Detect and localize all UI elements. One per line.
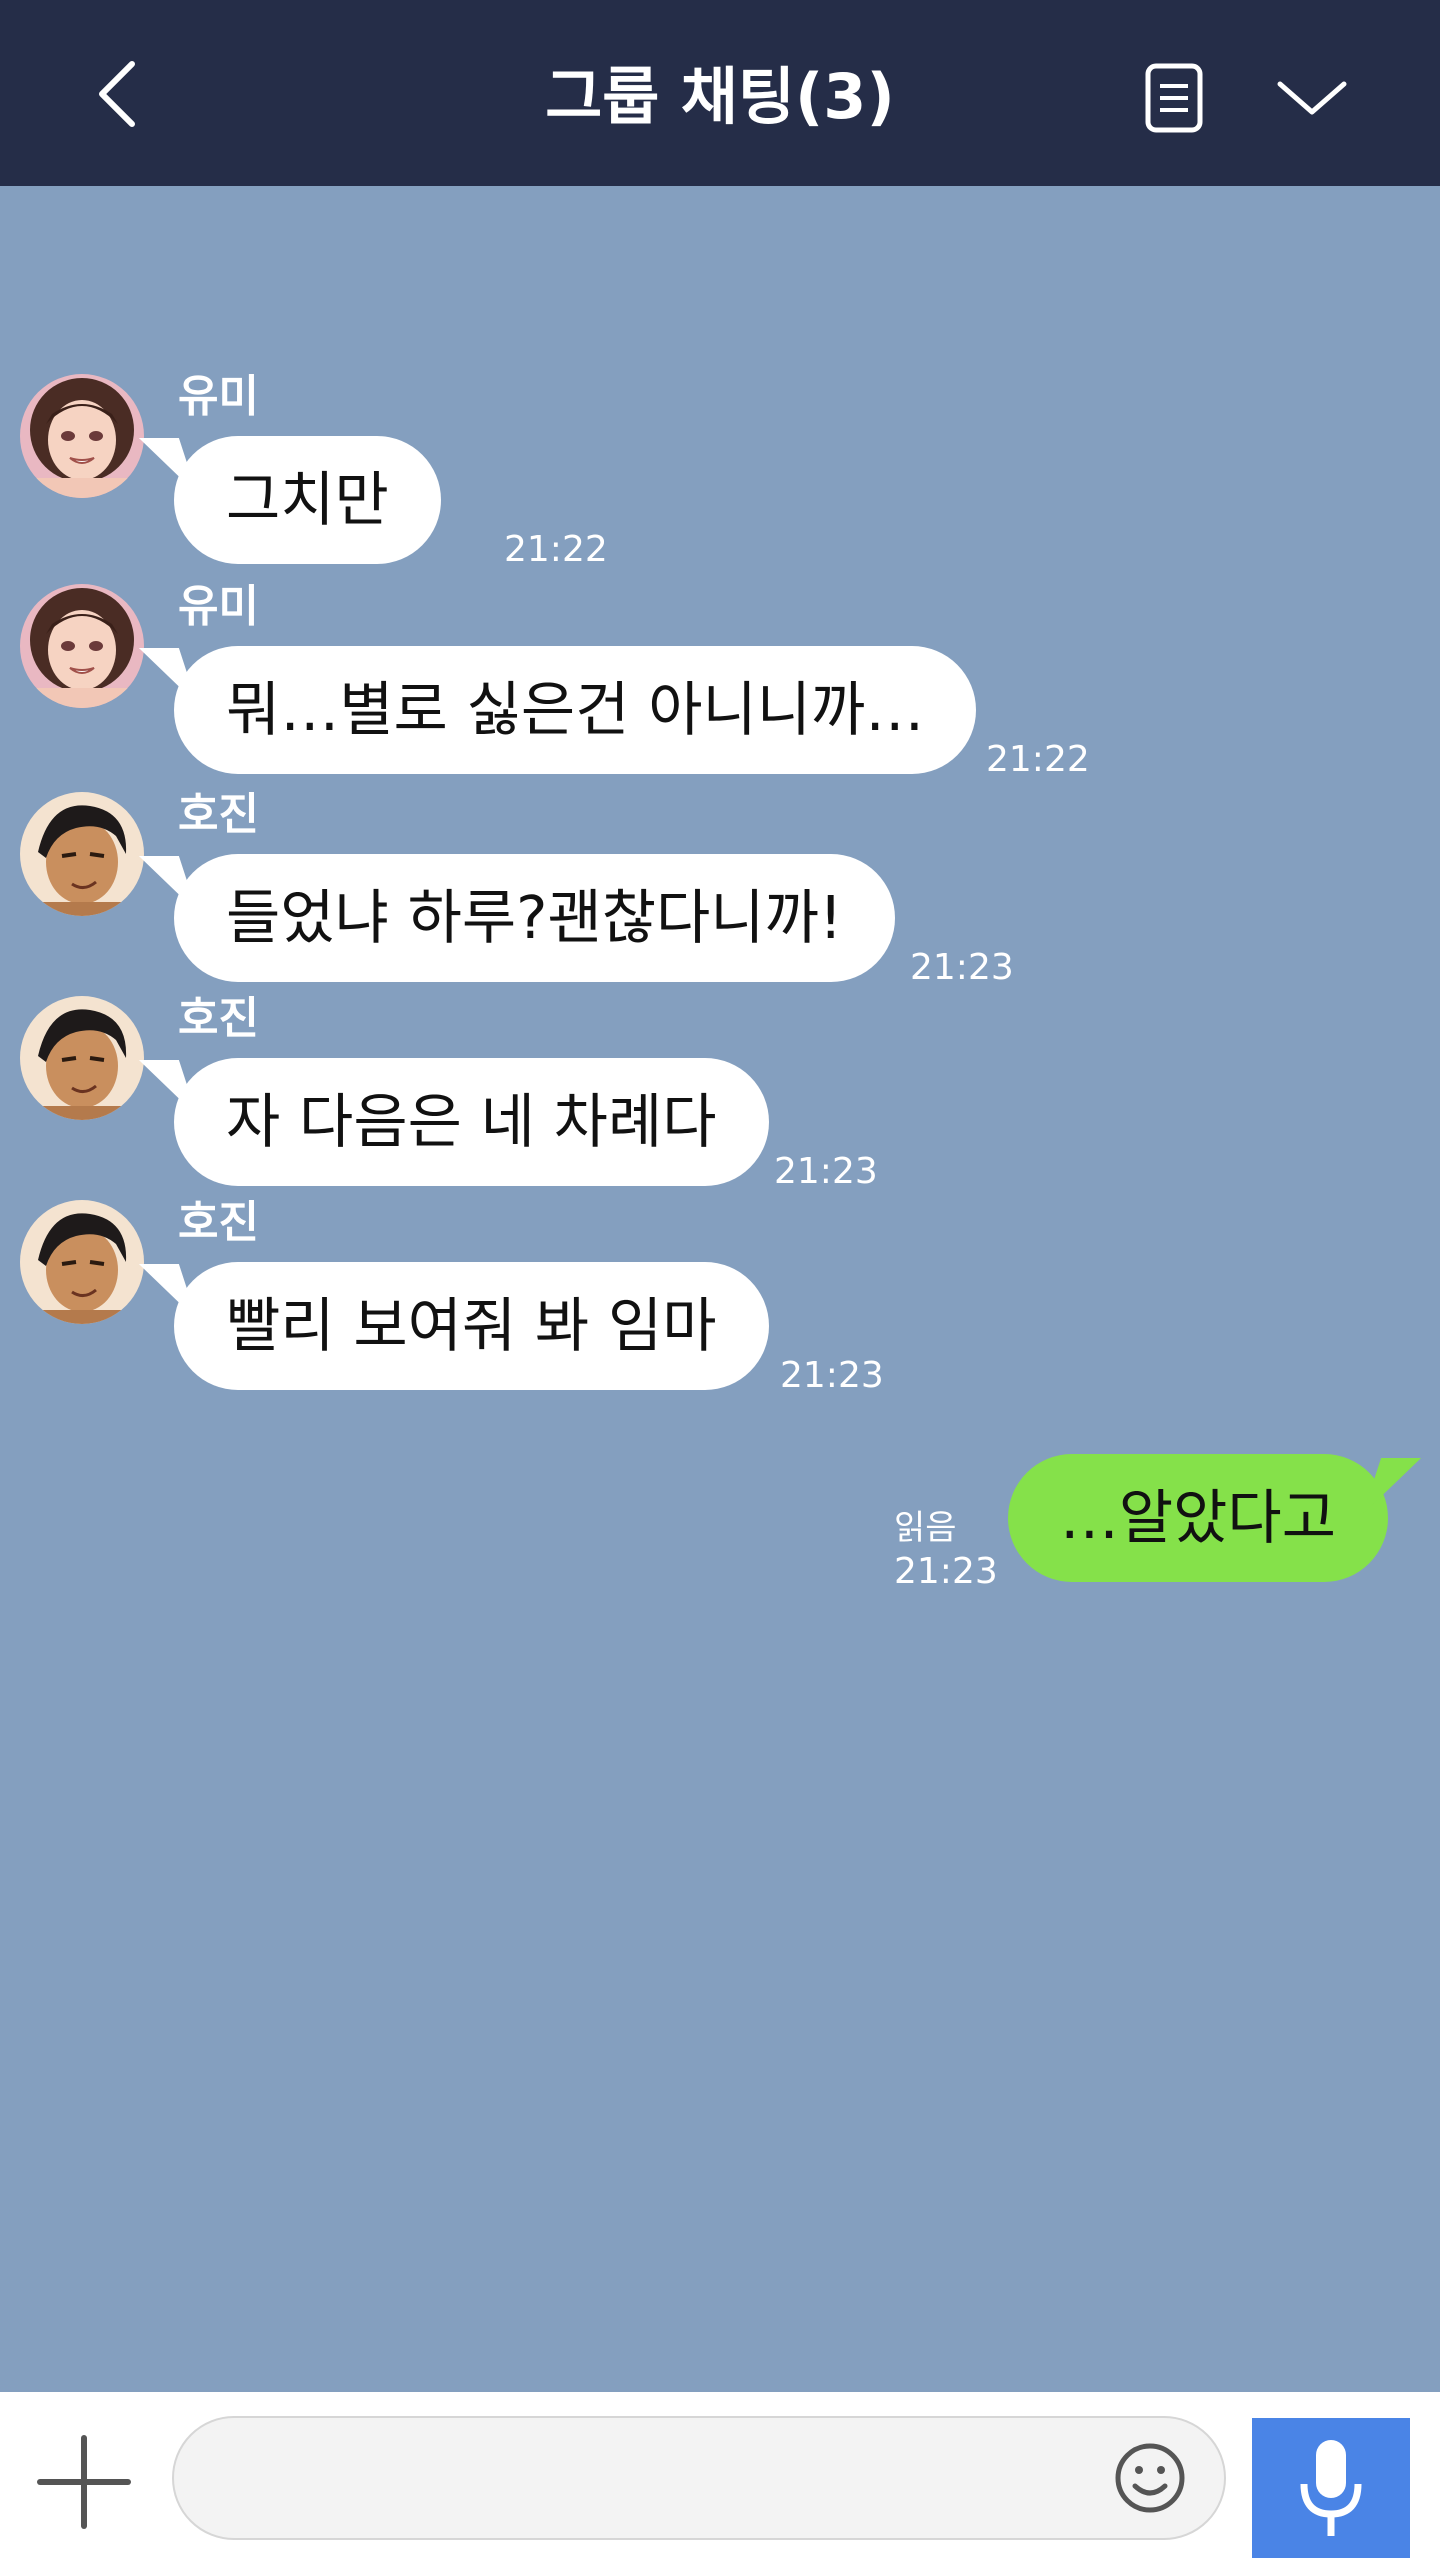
avatar-yumi-image [20,584,144,708]
message-time: 21:23 [780,1355,884,1396]
message-bubble[interactable]: 빨리 보여줘 봐 임마 [174,1262,769,1390]
smiley-icon [1115,2443,1185,2513]
message-bubble[interactable]: 뭐…별로 싫은건 아니니까… [174,646,977,774]
sender-name: 유미 [178,581,259,632]
message-bubble[interactable]: 자 다음은 네 차례다 [174,1058,769,1186]
emoji-button[interactable] [1108,2436,1192,2520]
chevron-down-icon [1277,81,1347,115]
expand-button[interactable] [1264,60,1360,136]
sender-name: 호진 [178,993,259,1044]
avatar-yumi[interactable] [20,374,144,498]
attach-button[interactable] [28,2426,140,2538]
message-bubble[interactable]: 들었냐 하루?괜찮다니까! [174,854,895,982]
avatar-yumi[interactable] [20,584,144,708]
voice-message-button[interactable] [1252,2418,1410,2558]
chat-title: 그룹 채팅(3) [545,60,895,133]
avatar-hojin-image [20,792,144,916]
notes-button[interactable] [1136,60,1212,136]
microphone-icon [1300,2440,1362,2536]
message-time: 21:22 [504,529,608,570]
avatar-hojin-image [20,996,144,1120]
read-receipt: 읽음 [894,1508,957,1548]
avatar-hojin[interactable] [20,996,144,1120]
chevron-left-icon [99,61,135,127]
plus-icon [37,2435,131,2529]
back-button[interactable] [80,54,160,134]
document-icon [1145,63,1203,133]
message-time: 21:22 [986,739,1090,780]
avatar-hojin[interactable] [20,792,144,916]
message-time: 21:23 [910,947,1014,988]
message-time: 21:23 [774,1151,878,1192]
chat-header: 그룹 채팅(3) [0,0,1440,186]
message-time: 21:23 [894,1551,998,1592]
avatar-hojin-image [20,1200,144,1324]
sender-name: 호진 [178,789,259,840]
outgoing-message-bubble[interactable]: …알았다고 [1007,1454,1388,1582]
avatar-hojin[interactable] [20,1200,144,1324]
message-composer [0,2392,1440,2560]
message-bubble[interactable]: 그치만 [174,436,441,564]
message-input[interactable] [172,2416,1226,2540]
sender-name: 유미 [178,371,259,422]
avatar-yumi-image [20,374,144,498]
sender-name: 호진 [178,1197,259,1248]
